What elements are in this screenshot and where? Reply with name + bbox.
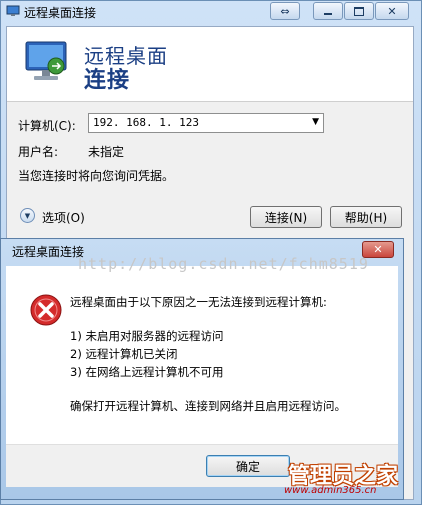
close-icon: ✕	[373, 243, 383, 256]
watermark-text: http://blog.csdn.net/fchm8519	[78, 255, 369, 273]
computer-value: 192. 168. 1. 123	[93, 116, 199, 129]
banner-divider	[7, 101, 413, 102]
maximize-icon	[354, 6, 364, 16]
info-text: 当您连接时将向您询问凭据。	[18, 169, 175, 183]
help-button[interactable]: 帮助(H)	[330, 206, 402, 228]
error-message: 远程桌面由于以下原因之一无法连接到远程计算机:	[70, 295, 327, 309]
dropdown-arrow-icon[interactable]: ▼	[312, 117, 319, 127]
minimize-button[interactable]	[313, 2, 343, 20]
minimize-icon	[324, 13, 332, 15]
options-expand-icon[interactable]: ▼	[20, 208, 35, 223]
brand-url: www.admin365.cn	[284, 485, 377, 496]
ok-button[interactable]: 确定	[206, 455, 290, 477]
error-icon	[30, 294, 62, 326]
heading-line2: 连接	[84, 68, 131, 93]
computer-combobox[interactable]: 192. 168. 1. 123 ▼	[88, 113, 324, 133]
remote-desktop-small-icon	[6, 5, 20, 17]
reason-1: 1) 未启用对服务器的远程访问	[70, 329, 224, 343]
advice-text: 确保打开远程计算机、连接到网络并且启用远程访问。	[70, 399, 346, 413]
maximize-button[interactable]	[344, 2, 374, 20]
reason-3: 3) 在网络上远程计算机不可用	[70, 365, 224, 379]
window-title: 远程桌面连接	[24, 6, 97, 20]
swap-arrows-icon: ⇔	[280, 4, 290, 18]
dialog-title: 远程桌面连接	[12, 245, 85, 259]
swap-button[interactable]: ⇔	[270, 2, 300, 20]
close-button[interactable]: ✕	[375, 2, 409, 20]
remote-desktop-logo-icon	[20, 36, 72, 88]
close-icon: ✕	[387, 4, 397, 18]
username-label: 用户名:	[18, 145, 59, 159]
connect-button[interactable]: 连接(N)	[250, 206, 322, 228]
computer-label: 计算机(C):	[18, 119, 76, 133]
username-value: 未指定	[88, 145, 125, 159]
options-toggle[interactable]: 选项(O)	[42, 209, 85, 226]
reason-2: 2) 远程计算机已关闭	[70, 347, 178, 361]
